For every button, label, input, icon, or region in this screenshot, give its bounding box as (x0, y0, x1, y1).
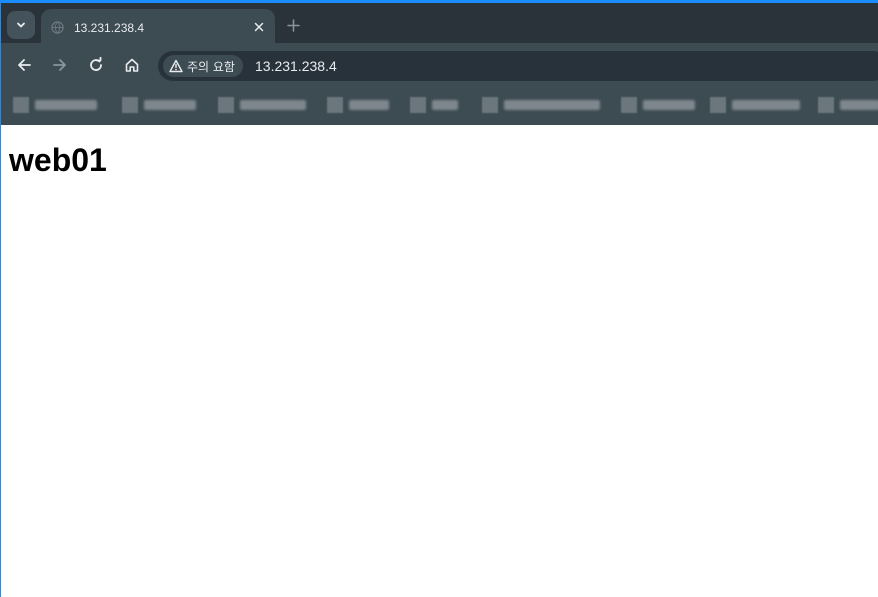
bookmark-item[interactable] (818, 97, 878, 113)
bookmark-item[interactable] (218, 97, 306, 113)
new-tab-button[interactable] (285, 17, 301, 33)
page-heading: web01 (9, 142, 107, 178)
bookmark-label-blurred (432, 100, 458, 110)
arrow-right-icon (53, 59, 66, 71)
tab-title: 13.231.238.4 (74, 21, 145, 35)
bookmark-item[interactable] (710, 97, 800, 113)
bookmark-favicon-icon (710, 97, 726, 113)
home-button[interactable] (122, 55, 142, 75)
bookmark-item[interactable] (621, 97, 695, 113)
bookmark-item[interactable] (410, 97, 458, 113)
reload-icon (90, 57, 102, 71)
reload-button[interactable] (86, 55, 106, 75)
plus-icon (286, 18, 300, 32)
url-text[interactable]: 13.231.238.4 (255, 58, 337, 74)
bookmark-label-blurred (732, 100, 800, 110)
globe-icon (51, 21, 64, 34)
bookmark-label-blurred (144, 100, 196, 110)
bookmark-favicon-icon (218, 97, 234, 113)
bookmark-item[interactable] (327, 97, 389, 113)
bookmark-favicon-icon (621, 97, 637, 113)
address-bar[interactable]: 주의 요함 13.231.238.4 (158, 51, 878, 81)
bookmark-item[interactable] (122, 97, 196, 113)
forward-button[interactable] (50, 55, 70, 75)
security-indicator[interactable]: 주의 요함 (163, 55, 243, 77)
chevron-down-icon (17, 22, 25, 28)
bookmark-label-blurred (840, 100, 878, 110)
bookmark-favicon-icon (482, 97, 498, 113)
bookmark-item[interactable] (482, 97, 600, 113)
page-content: web01 (1, 125, 878, 597)
bookmarks-bar (1, 87, 878, 125)
browser-window: 13.231.238.4 주의 요함 13.231.238.4 web01 (0, 0, 878, 597)
bookmark-favicon-icon (410, 97, 426, 113)
bookmark-item[interactable] (13, 97, 97, 113)
tab-active[interactable]: 13.231.238.4 (41, 9, 275, 46)
close-icon (254, 22, 264, 32)
arrow-left-icon (18, 59, 31, 71)
security-label: 주의 요함 (187, 59, 235, 74)
tab-close-button[interactable] (251, 19, 267, 35)
bookmark-label-blurred (643, 100, 695, 110)
bookmark-favicon-icon (818, 97, 834, 113)
bookmark-favicon-icon (327, 97, 343, 113)
bookmark-label-blurred (349, 100, 389, 110)
warning-triangle-icon (169, 59, 183, 73)
bookmark-favicon-icon (13, 97, 29, 113)
bookmark-label-blurred (504, 100, 600, 110)
back-button[interactable] (14, 55, 34, 75)
toolbar: 주의 요함 13.231.238.4 (1, 43, 878, 87)
tab-search-button[interactable] (7, 11, 35, 39)
bookmark-label-blurred (35, 100, 97, 110)
bookmark-favicon-icon (122, 97, 138, 113)
home-icon (125, 58, 139, 72)
bookmark-label-blurred (240, 100, 306, 110)
tab-strip: 13.231.238.4 (1, 3, 878, 46)
